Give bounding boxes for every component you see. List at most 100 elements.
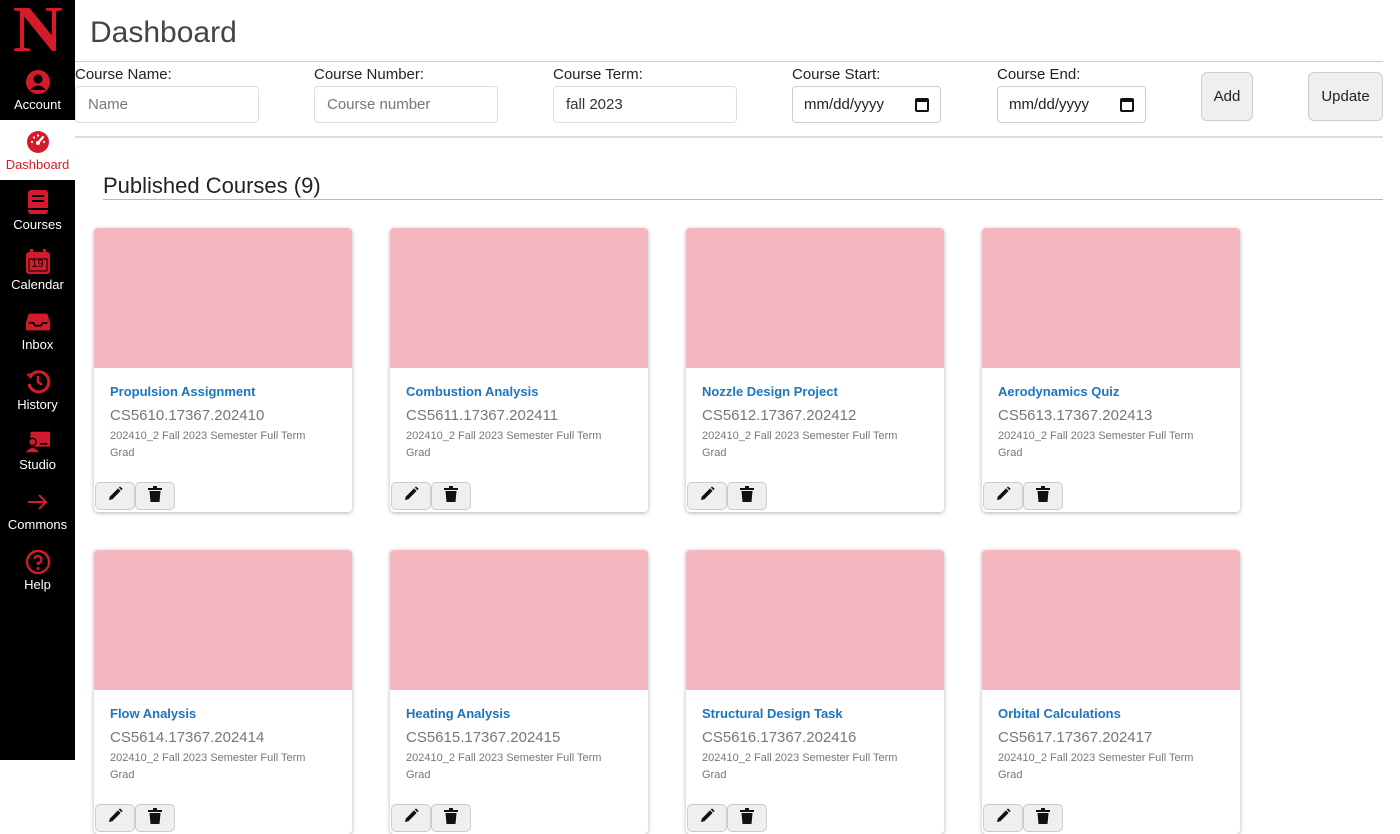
trash-icon bbox=[1036, 807, 1050, 829]
course-code: CS5616.17367.202416 bbox=[702, 729, 857, 746]
pencil-icon bbox=[403, 807, 419, 829]
course-number-field: Course Number: bbox=[314, 66, 498, 123]
sidebar-item-commons[interactable]: Commons bbox=[0, 480, 75, 540]
trash-icon bbox=[444, 807, 458, 829]
course-term-input[interactable] bbox=[553, 86, 737, 123]
course-card-image[interactable] bbox=[982, 550, 1240, 690]
course-start-label: Course Start: bbox=[792, 66, 881, 83]
course-term: 202410_2 Fall 2023 Semester Full Term Gr… bbox=[406, 430, 602, 459]
page-title: Dashboard bbox=[90, 16, 237, 49]
course-start-date-input[interactable]: mm/dd/yyyy bbox=[792, 86, 941, 123]
sidebar-item-label: Dashboard bbox=[5, 156, 70, 172]
edit-button[interactable] bbox=[983, 482, 1023, 510]
course-title-link[interactable]: Combustion Analysis bbox=[406, 384, 632, 399]
delete-button[interactable] bbox=[431, 804, 471, 832]
sidebar-item-calendar[interactable]: 19 Calendar bbox=[0, 240, 75, 300]
logo-letter: N bbox=[12, 0, 63, 66]
edit-button[interactable] bbox=[391, 804, 431, 832]
course-card-actions bbox=[687, 804, 767, 832]
dashboard-icon bbox=[25, 129, 51, 155]
course-title-link[interactable]: Orbital Calculations bbox=[998, 706, 1224, 721]
course-code: CS5614.17367.202414 bbox=[110, 729, 265, 746]
section-divider bbox=[103, 199, 1383, 200]
course-number-input[interactable] bbox=[314, 86, 498, 123]
sidebar-item-studio[interactable]: Studio bbox=[0, 420, 75, 480]
course-title-link[interactable]: Aerodynamics Quiz bbox=[998, 384, 1224, 399]
course-card-body: Structural Design Task CS5616.17367.2024… bbox=[686, 690, 944, 784]
pencil-icon bbox=[995, 807, 1011, 829]
sidebar-item-label: History bbox=[17, 396, 58, 412]
edit-button[interactable] bbox=[95, 804, 135, 832]
commons-icon bbox=[25, 489, 51, 515]
delete-button[interactable] bbox=[727, 804, 767, 832]
course-card-actions bbox=[391, 482, 471, 510]
course-code: CS5611.17367.202411 bbox=[406, 407, 559, 424]
sidebar: N Account Dashboard Courses 19 Calendar … bbox=[0, 0, 75, 760]
trash-icon bbox=[444, 485, 458, 507]
course-start-date-value: mm/dd/yyyy bbox=[804, 96, 885, 113]
sidebar-item-dashboard[interactable]: Dashboard bbox=[0, 120, 75, 180]
sidebar-item-inbox[interactable]: Inbox bbox=[0, 300, 75, 360]
course-title-link[interactable]: Flow Analysis bbox=[110, 706, 336, 721]
course-card: Combustion Analysis CS5611.17367.202411 … bbox=[390, 228, 648, 512]
course-card-body: Aerodynamics Quiz CS5613.17367.202413 20… bbox=[982, 368, 1240, 462]
add-button[interactable]: Add bbox=[1201, 72, 1253, 121]
course-card-actions bbox=[983, 804, 1063, 832]
sidebar-item-label: Account bbox=[14, 96, 61, 112]
course-name-label: Course Name: bbox=[75, 66, 172, 83]
edit-button[interactable] bbox=[95, 482, 135, 510]
delete-button[interactable] bbox=[431, 482, 471, 510]
section-title: Published Courses (9) bbox=[103, 173, 321, 198]
delete-button[interactable] bbox=[135, 482, 175, 510]
trash-icon bbox=[740, 485, 754, 507]
course-end-label: Course End: bbox=[997, 66, 1081, 83]
delete-button[interactable] bbox=[135, 804, 175, 832]
course-card-actions bbox=[391, 804, 471, 832]
course-title-link[interactable]: Nozzle Design Project bbox=[702, 384, 928, 399]
sidebar-item-label: Calendar bbox=[11, 276, 64, 292]
delete-button[interactable] bbox=[727, 482, 767, 510]
course-end-date-input[interactable]: mm/dd/yyyy bbox=[997, 86, 1146, 123]
edit-button[interactable] bbox=[983, 804, 1023, 832]
course-card-image[interactable] bbox=[390, 228, 648, 368]
course-card: Flow Analysis CS5614.17367.202414 202410… bbox=[94, 550, 352, 834]
course-card: Structural Design Task CS5616.17367.2024… bbox=[686, 550, 944, 834]
course-card: Orbital Calculations CS5617.17367.202417… bbox=[982, 550, 1240, 834]
sidebar-item-courses[interactable]: Courses bbox=[0, 180, 75, 240]
course-card: Nozzle Design Project CS5612.17367.20241… bbox=[686, 228, 944, 512]
course-card-actions bbox=[95, 482, 175, 510]
edit-button[interactable] bbox=[687, 482, 727, 510]
edit-button[interactable] bbox=[687, 804, 727, 832]
course-card-image[interactable] bbox=[686, 228, 944, 368]
university-logo[interactable]: N bbox=[0, 0, 75, 66]
course-card-image[interactable] bbox=[982, 228, 1240, 368]
sidebar-item-history[interactable]: History bbox=[0, 360, 75, 420]
edit-button[interactable] bbox=[391, 482, 431, 510]
trash-icon bbox=[148, 807, 162, 829]
studio-icon bbox=[25, 429, 51, 455]
course-card-image[interactable] bbox=[94, 228, 352, 368]
course-term: 202410_2 Fall 2023 Semester Full Term Gr… bbox=[998, 752, 1194, 781]
course-title-link[interactable]: Propulsion Assignment bbox=[110, 384, 336, 399]
sidebar-item-account[interactable]: Account bbox=[0, 60, 75, 120]
course-name-input[interactable] bbox=[75, 86, 259, 123]
course-title-link[interactable]: Structural Design Task bbox=[702, 706, 928, 721]
calendar-picker-icon[interactable] bbox=[915, 97, 929, 112]
course-card-image[interactable] bbox=[686, 550, 944, 690]
course-card-image[interactable] bbox=[390, 550, 648, 690]
course-title-link[interactable]: Heating Analysis bbox=[406, 706, 632, 721]
update-button[interactable]: Update bbox=[1308, 72, 1383, 121]
trash-icon bbox=[148, 485, 162, 507]
course-code: CS5615.17367.202415 bbox=[406, 729, 561, 746]
delete-button[interactable] bbox=[1023, 804, 1063, 832]
course-card-image[interactable] bbox=[94, 550, 352, 690]
inbox-icon bbox=[25, 309, 51, 335]
pencil-icon bbox=[107, 485, 123, 507]
course-code: CS5613.17367.202413 bbox=[998, 407, 1153, 424]
sidebar-item-help[interactable]: Help bbox=[0, 540, 75, 600]
course-end-field: Course End: mm/dd/yyyy bbox=[997, 66, 1146, 123]
calendar-icon: 19 bbox=[25, 248, 51, 275]
calendar-picker-icon[interactable] bbox=[1120, 97, 1134, 112]
courses-icon bbox=[25, 189, 51, 215]
delete-button[interactable] bbox=[1023, 482, 1063, 510]
